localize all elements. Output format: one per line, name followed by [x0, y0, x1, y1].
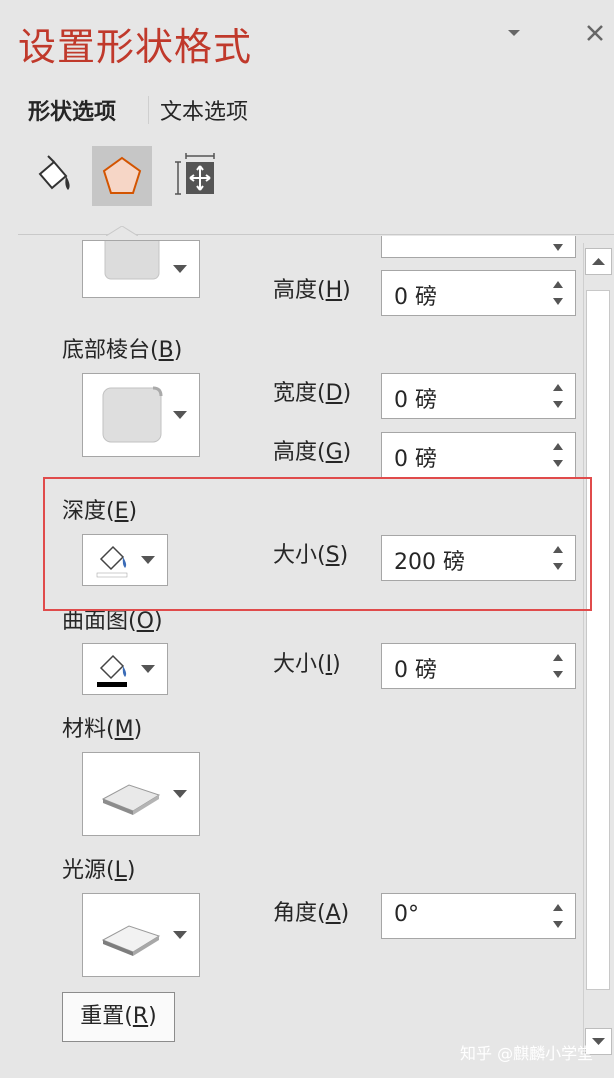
scrollbar-thumb[interactable] — [586, 290, 610, 990]
watermark: 知乎 @麒麟小学堂 — [460, 1044, 594, 1063]
chevron-down-icon — [173, 411, 187, 419]
contour-size-value[interactable]: 0 磅 — [394, 652, 437, 684]
tab-separator — [148, 96, 149, 124]
bevel-preview-icon — [102, 386, 163, 443]
bottom-bevel-height-label: 高度(G) — [273, 440, 352, 465]
spin-down-icon[interactable] — [553, 460, 563, 467]
lighting-dropdown[interactable] — [82, 893, 200, 977]
size-properties-button[interactable] — [166, 146, 226, 206]
bottom-bevel-width-stepper[interactable]: 0 磅 — [381, 373, 576, 419]
dropdown-arrow-icon — [508, 30, 520, 36]
spin-up-icon[interactable] — [553, 384, 563, 391]
bottom-bevel-height-stepper[interactable]: 0 磅 — [381, 432, 576, 478]
selected-notch — [106, 226, 138, 236]
bottom-bevel-width-value[interactable]: 0 磅 — [394, 382, 437, 414]
spin-down-icon[interactable] — [553, 298, 563, 305]
chevron-down-icon — [141, 665, 155, 673]
paint-bucket-icon — [97, 654, 127, 687]
effects-pentagon-icon — [102, 156, 142, 194]
bottom-bevel-height-value[interactable]: 0 磅 — [394, 441, 437, 473]
panel-title: 设置形状格式 — [18, 25, 253, 69]
spin-up-icon[interactable] — [553, 281, 563, 288]
close-button[interactable] — [584, 22, 606, 50]
contour-size-stepper[interactable]: 0 磅 — [381, 643, 576, 689]
bottom-bevel-label: 底部棱台(B) — [62, 338, 183, 363]
lighting-angle-stepper[interactable]: 0° — [381, 893, 576, 939]
spin-up-icon[interactable] — [553, 904, 563, 911]
top-bevel-dropdown[interactable] — [82, 240, 200, 298]
chevron-down-icon — [173, 265, 187, 273]
contour-color-dropdown[interactable] — [82, 643, 168, 695]
bevel-preview-icon — [104, 241, 160, 280]
reset-button-key: R — [132, 1004, 149, 1029]
spin-up-icon[interactable] — [553, 654, 563, 661]
panel-options-button[interactable] — [506, 22, 522, 47]
spin-down-icon[interactable] — [553, 671, 563, 678]
chevron-down-icon — [173, 790, 187, 798]
material-dropdown[interactable] — [82, 752, 200, 836]
bottom-bevel-width-label: 宽度(D) — [273, 381, 352, 406]
lighting-angle-label: 角度(A) — [273, 901, 350, 926]
scroll-up-icon — [592, 258, 605, 265]
spin-down-icon[interactable] — [553, 244, 563, 251]
fill-line-button[interactable] — [22, 146, 82, 206]
spin-down-icon[interactable] — [553, 401, 563, 408]
material-label: 材料(M) — [62, 717, 143, 742]
highlight-box — [43, 477, 592, 611]
reset-button-label: 重置 — [80, 1004, 125, 1029]
top-bevel-height-label: 高度(H) — [273, 278, 351, 303]
lighting-preview-icon — [101, 925, 161, 956]
size-properties-icon — [175, 153, 215, 195]
bottom-bevel-dropdown[interactable] — [82, 373, 200, 457]
lighting-label: 光源(L) — [62, 858, 136, 883]
fill-line-icon — [38, 155, 70, 190]
tab-shape-options[interactable]: 形状选项 — [28, 94, 116, 126]
top-bevel-height-stepper[interactable]: 0 磅 — [381, 270, 576, 316]
lighting-angle-value[interactable]: 0° — [394, 902, 419, 927]
contour-size-label: 大小(I) — [273, 652, 341, 677]
effects-button[interactable] — [92, 146, 152, 206]
scroll-up-button[interactable] — [585, 248, 612, 275]
spin-up-icon[interactable] — [553, 443, 563, 450]
chevron-down-icon — [173, 931, 187, 939]
top-bevel-height-value[interactable]: 0 磅 — [394, 279, 437, 311]
tab-text-options[interactable]: 文本选项 — [160, 94, 248, 126]
close-icon — [587, 25, 603, 41]
top-bevel-width-stepper-partial[interactable] — [381, 236, 576, 258]
reset-button[interactable]: 重置(R) — [62, 992, 175, 1042]
material-preview-icon — [101, 784, 161, 815]
spin-down-icon[interactable] — [553, 921, 563, 928]
